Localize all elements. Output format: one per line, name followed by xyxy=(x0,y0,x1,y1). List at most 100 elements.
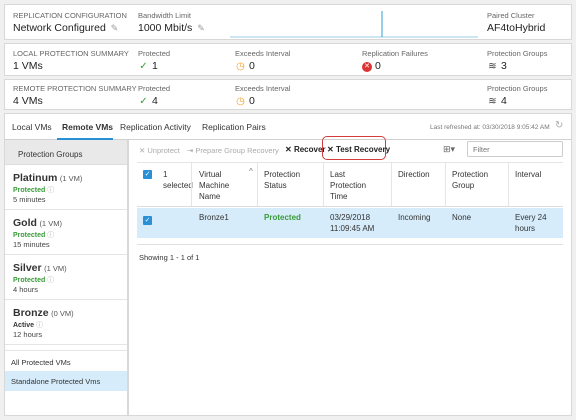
remote-summary-title: REMOTE PROTECTION SUMMARY xyxy=(13,84,137,93)
info-icon: ⓘ xyxy=(47,232,55,239)
group-name: Bronze xyxy=(13,307,49,319)
col-direction[interactable]: Direction xyxy=(398,169,430,180)
sidebar-group-bronze[interactable]: Bronze (0 VM) Active ⓘ 12 hours xyxy=(5,301,127,345)
tab-replication-pairs[interactable]: Replication Pairs xyxy=(202,122,266,132)
selected-count: 1 xyxy=(163,170,168,179)
filter-input[interactable] xyxy=(467,141,563,157)
group-name: Platinum xyxy=(13,172,58,184)
export-dropdown-icon[interactable]: ⊞▾ xyxy=(443,144,455,155)
select-all-checkbox[interactable]: ✓ xyxy=(143,170,152,179)
group-interval: 5 minutes xyxy=(13,195,46,204)
showing-count: Showing 1 - 1 of 1 xyxy=(139,253,200,262)
clock-icon: ◷ xyxy=(236,61,245,72)
info-icon: ⓘ xyxy=(47,277,55,284)
group-count: (1 VM) xyxy=(44,264,67,273)
col-divider xyxy=(391,163,392,206)
group-count: (0 VM) xyxy=(51,309,74,318)
remote-exceeds-value: ◷ 0 xyxy=(236,95,255,107)
prepare-group-recovery-button[interactable]: ⇥ Prepare Group Recovery xyxy=(187,146,279,155)
info-icon: ⓘ xyxy=(47,187,55,194)
cell-protection-status: Protected xyxy=(264,213,301,222)
table-footer-rule xyxy=(137,244,563,245)
group-name: Gold xyxy=(13,217,37,229)
clock-icon: ◷ xyxy=(236,96,245,107)
replication-config-label: REPLICATION CONFIGURATION xyxy=(13,11,127,20)
unprotect-button[interactable]: ✕ Unprotect xyxy=(139,146,180,155)
local-failures-label: Replication Failures xyxy=(362,49,428,58)
paired-cluster-value: AF4toHybrid xyxy=(487,22,546,34)
refresh-icon[interactable]: ↻ xyxy=(555,120,563,131)
cell-protection-group: None xyxy=(452,213,472,222)
tab-replication-activity[interactable]: Replication Activity xyxy=(120,122,191,132)
remote-groups-value: ≋ 4 xyxy=(488,95,507,107)
col-interval[interactable]: Interval xyxy=(515,169,541,180)
last-refreshed: Last refreshed at: 03/30/2018 9:05:42 AM xyxy=(430,124,550,131)
group-status: Active xyxy=(13,322,35,329)
selected-label: selected xyxy=(163,181,193,190)
replication-config-panel: REPLICATION CONFIGURATION Network Config… xyxy=(4,4,572,40)
bandwidth-limit-label: Bandwidth Limit xyxy=(138,11,191,20)
layers-icon: ≋ xyxy=(488,61,497,72)
remote-protected-label: Protected xyxy=(138,84,171,93)
local-summary-title: LOCAL PROTECTION SUMMARY xyxy=(13,49,129,58)
sidebar-header: Protection Groups xyxy=(5,140,127,165)
cell-interval-line2: hours xyxy=(515,224,536,233)
cell-vm-name: Bronze1 xyxy=(199,213,229,222)
remote-exceeds-label: Exceeds Interval xyxy=(235,84,291,93)
cell-last-time-clock: 11:09:45 AM xyxy=(330,224,375,233)
sidebar-standalone-protected-vms[interactable]: Standalone Protected Vms xyxy=(5,371,127,391)
remote-groups-label: Protection Groups xyxy=(487,84,548,93)
local-exceeds-value: ◷ 0 xyxy=(236,60,255,72)
group-name: Silver xyxy=(13,262,42,274)
bandwidth-limit-value: 1000 Mbit/s ✎ xyxy=(138,22,205,34)
col-divider xyxy=(508,163,509,206)
pencil-icon[interactable]: ✎ xyxy=(197,23,205,33)
sidebar-group-platinum[interactable]: Platinum (1 VM) Protected ⓘ 5 minutes xyxy=(5,166,127,210)
sidebar-all-protected-vms[interactable]: All Protected VMs xyxy=(5,350,127,370)
tab-remote-vms[interactable]: Remote VMs xyxy=(62,122,113,132)
pencil-icon[interactable]: ✎ xyxy=(111,23,119,33)
remote-vms-main: ✕ Unprotect ⇥ Prepare Group Recovery ✕ R… xyxy=(128,136,572,416)
local-protected-label: Protected xyxy=(138,49,171,58)
col-divider xyxy=(323,163,324,206)
sidebar-group-gold[interactable]: Gold (1 VM) Protected ⓘ 15 minutes xyxy=(5,211,127,255)
sort-asc-icon[interactable]: ^ xyxy=(249,167,253,176)
test-recovery-button[interactable]: ✕ Test Recovery xyxy=(327,145,390,154)
replication-config-value: Network Configured ✎ xyxy=(13,22,119,34)
row-checkbox[interactable]: ✓ xyxy=(143,216,152,225)
check-icon: ✓ xyxy=(139,61,148,72)
cell-last-time-date: 03/29/2018 xyxy=(330,213,371,222)
bandwidth-sparkline xyxy=(230,11,478,38)
group-interval: 4 hours xyxy=(13,285,39,294)
cell-direction: Incoming xyxy=(398,213,431,222)
table-header: ✓ 1 selected Virtual Machine Name ^ Prot… xyxy=(137,162,563,207)
group-status: Protected xyxy=(13,187,46,194)
table-row[interactable]: ✓ Bronze1 Protected 03/29/2018 11:09:45 … xyxy=(137,208,563,238)
group-status: Protected xyxy=(13,232,46,239)
col-divider xyxy=(445,163,446,206)
recover-button[interactable]: ✕ Recover xyxy=(285,145,326,154)
cell-interval-line1: Every 24 xyxy=(515,213,547,222)
local-vms-count: 1 VMs xyxy=(13,60,43,72)
paired-cluster-label: Paired Cluster xyxy=(487,11,535,20)
group-interval: 12 hours xyxy=(13,330,43,339)
remote-protected-value: ✓ 4 xyxy=(139,95,158,107)
error-icon: ✕ xyxy=(362,62,372,72)
remote-protection-summary: REMOTE PROTECTION SUMMARY 4 VMs Protecte… xyxy=(4,79,572,110)
group-interval: 15 minutes xyxy=(13,240,50,249)
group-count: (1 VM) xyxy=(39,219,62,228)
sidebar-group-silver[interactable]: Silver (1 VM) Protected ⓘ 4 hours xyxy=(5,256,127,300)
tab-bar: Local VMs Remote VMs Replication Activit… xyxy=(4,113,572,140)
info-icon: ⓘ xyxy=(35,322,43,329)
tab-local-vms[interactable]: Local VMs xyxy=(12,122,52,132)
col-divider xyxy=(191,163,192,206)
layers-icon: ≋ xyxy=(488,96,497,107)
local-groups-value: ≋ 3 xyxy=(488,60,507,72)
local-exceeds-label: Exceeds Interval xyxy=(235,49,291,58)
check-icon: ✓ xyxy=(139,96,148,107)
group-count: (1 VM) xyxy=(59,174,83,183)
local-protected-value: ✓ 1 xyxy=(139,60,158,72)
protection-groups-sidebar: Protection Groups Platinum (1 VM) Protec… xyxy=(4,140,128,416)
local-protection-summary: LOCAL PROTECTION SUMMARY 1 VMs Protected… xyxy=(4,43,572,76)
local-failures-value: ✕ 0 xyxy=(362,60,381,72)
